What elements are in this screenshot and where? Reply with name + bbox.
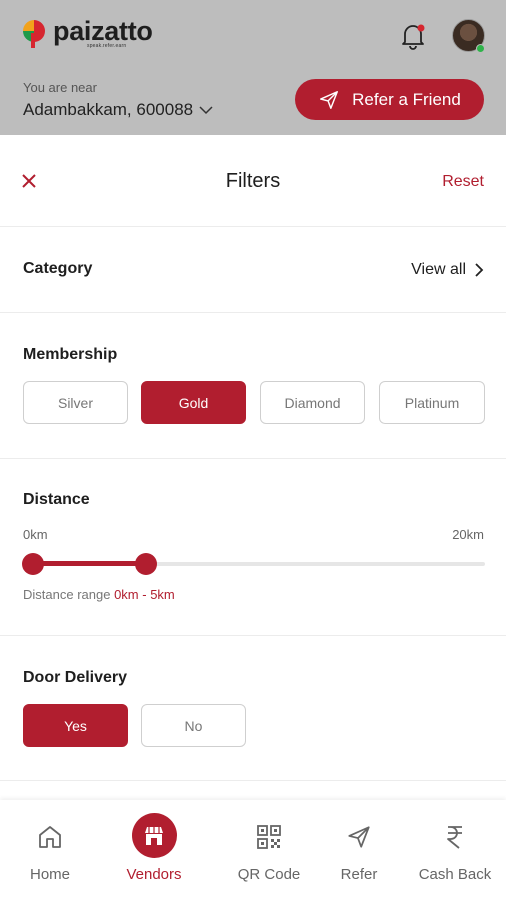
distance-slider-min-handle[interactable] <box>22 553 44 575</box>
membership-chip-diamond[interactable]: Diamond <box>260 381 365 424</box>
brand-logo[interactable]: paizatto speak.refer.earn <box>22 18 153 49</box>
door-delivery-section: Door Delivery Yes No <box>0 636 506 781</box>
location-text: Adambakkam, 600088 <box>23 100 194 119</box>
app-header: paizatto speak.refer.earn You are near A… <box>0 0 506 135</box>
door-delivery-title: Door Delivery <box>23 669 128 686</box>
nav-label-vendors: Vendors <box>126 866 182 883</box>
refer-a-friend-button[interactable]: Refer a Friend <box>295 79 484 120</box>
distance-range-text: Distance range 0km - 5km <box>23 587 175 602</box>
filters-sheet: Filters Reset Category View all Membersh… <box>0 135 506 800</box>
filters-toolbar: Filters Reset <box>0 135 506 227</box>
location-selector[interactable]: Adambakkam, 600088 <box>23 100 213 120</box>
distance-max-label: 20km <box>452 527 484 542</box>
nav-item-refer[interactable]: Refer <box>309 800 409 900</box>
distance-range-label: Distance range <box>23 587 111 602</box>
store-icon <box>145 826 163 845</box>
category-section: Category View all <box>0 227 506 313</box>
view-all-link[interactable]: View all <box>411 261 484 279</box>
reset-button[interactable]: Reset <box>442 173 484 191</box>
chevron-down-icon <box>199 106 213 115</box>
send-icon <box>320 90 339 109</box>
distance-title: Distance <box>23 491 90 508</box>
nav-item-qr-code[interactable]: QR Code <box>219 800 319 900</box>
nav-label-home: Home <box>29 866 70 883</box>
door-delivery-no-chip[interactable]: No <box>141 704 246 747</box>
qr-code-icon <box>257 825 281 849</box>
membership-chip-gold[interactable]: Gold <box>141 381 246 424</box>
home-icon <box>39 826 61 848</box>
distance-slider-fill <box>33 561 146 566</box>
distance-min-label: 0km <box>23 527 48 542</box>
nav-label-qr-code: QR Code <box>237 866 301 883</box>
category-title: Category <box>23 260 93 277</box>
send-icon <box>348 826 370 848</box>
view-all-label: View all <box>411 261 466 278</box>
brand-mark-icon <box>23 19 45 48</box>
refer-button-label: Refer a Friend <box>352 89 461 109</box>
distance-range-value: 0km - 5km <box>114 587 175 602</box>
distance-slider-max-handle[interactable] <box>135 553 157 575</box>
brand-name: paizatto <box>53 16 153 46</box>
filters-title: Filters <box>225 170 281 192</box>
bottom-navigation: Home Vendors QR Code Refer Cash Back <box>0 800 506 900</box>
online-status-dot <box>476 44 485 53</box>
door-delivery-yes-chip[interactable]: Yes <box>23 704 128 747</box>
rupee-icon <box>447 826 462 849</box>
nav-label-cash-back: Cash Back <box>418 866 492 883</box>
membership-chip-platinum[interactable]: Platinum <box>379 381 485 424</box>
membership-chip-silver[interactable]: Silver <box>23 381 128 424</box>
near-label: You are near <box>23 80 97 95</box>
nav-item-cash-back[interactable]: Cash Back <box>405 800 505 900</box>
brand-tagline: speak.refer.earn <box>87 43 127 49</box>
chevron-right-icon <box>475 263 484 277</box>
distance-section: Distance 0km 20km Distance range 0km - 5… <box>0 459 506 636</box>
nav-label-refer: Refer <box>340 866 378 883</box>
membership-title: Membership <box>23 346 118 363</box>
nav-item-home[interactable]: Home <box>0 800 100 900</box>
nav-item-vendors[interactable]: Vendors <box>104 800 204 900</box>
notification-bell-icon[interactable] <box>400 22 426 50</box>
membership-section: Membership Silver Gold Diamond Platinum <box>0 313 506 459</box>
